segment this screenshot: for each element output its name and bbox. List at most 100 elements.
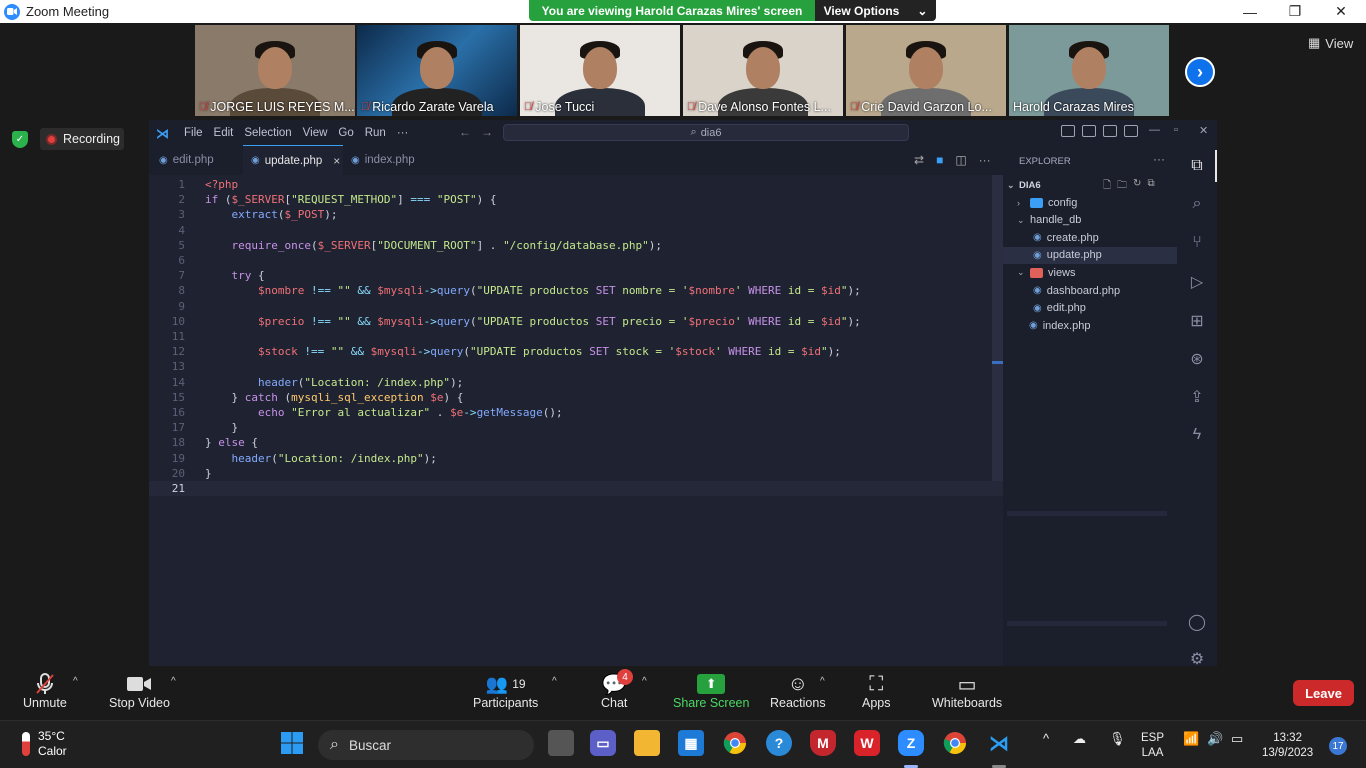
refresh-icon[interactable]: ↻ bbox=[1133, 178, 1141, 195]
video-options-caret-icon[interactable]: ^ bbox=[171, 676, 176, 687]
code-line[interactable]: 21 bbox=[149, 481, 1003, 496]
chrome-icon[interactable] bbox=[722, 730, 748, 756]
taskbar-search-box[interactable]: ⌕ Buscar bbox=[318, 730, 534, 760]
menu-run[interactable]: Run bbox=[365, 127, 386, 139]
vscode-taskbar-icon[interactable]: ⋊ bbox=[986, 730, 1012, 756]
audio-options-caret-icon[interactable]: ^ bbox=[73, 676, 78, 687]
forward-arrow-icon[interactable]: → bbox=[481, 125, 493, 139]
show-hidden-icons-chevron-icon[interactable]: ^ bbox=[1043, 731, 1049, 746]
vscode-restore-icon[interactable]: ▫ bbox=[1174, 124, 1178, 136]
code-line[interactable]: 12 $stock !== "" && $mysqli->query("UPDA… bbox=[149, 344, 1003, 359]
code-line[interactable]: 1 <?php bbox=[149, 177, 1003, 192]
reactions-options-caret-icon[interactable]: ^ bbox=[820, 676, 825, 687]
video-tile-active-speaker[interactable]: Harold Carazas Mires bbox=[1009, 25, 1169, 116]
input-language-indicator[interactable]: ESP LAA bbox=[1141, 731, 1164, 761]
code-line[interactable]: 13 bbox=[149, 359, 1003, 374]
clock[interactable]: 13:32 13/9/2023 bbox=[1262, 731, 1313, 761]
code-line[interactable]: 2 if ($_SERVER["REQUEST_METHOD"] === "POS… bbox=[149, 192, 1003, 207]
weather-widget[interactable]: 35°C Calor bbox=[22, 729, 67, 759]
battery-icon[interactable]: ▭ bbox=[1231, 731, 1243, 747]
microsoft-store-icon[interactable]: ▦ bbox=[678, 730, 704, 756]
code-line[interactable]: 8 $nombre !== "" && $mysqli->query("UPDA… bbox=[149, 283, 1003, 298]
leave-button[interactable]: Leave bbox=[1293, 680, 1354, 706]
explorer-scrollbar[interactable] bbox=[1007, 621, 1167, 626]
close-tab-icon[interactable]: × bbox=[333, 154, 340, 168]
code-line[interactable]: 6 bbox=[149, 253, 1003, 268]
participants-options-caret-icon[interactable]: ^ bbox=[552, 676, 557, 687]
explorer-item-index-php[interactable]: ◉ index.php bbox=[1003, 317, 1177, 334]
next-page-button[interactable]: › bbox=[1185, 57, 1215, 87]
explorer-item-edit-php[interactable]: ◉ edit.php bbox=[1003, 300, 1177, 317]
explorer-item-config[interactable]: › config bbox=[1003, 194, 1177, 211]
video-tile[interactable]: 🎙̸ Crie David Garzon Lo... bbox=[846, 25, 1006, 116]
code-line[interactable]: 4 bbox=[149, 223, 1003, 238]
view-options-button[interactable]: View Options ⌄ bbox=[815, 0, 936, 21]
video-tile[interactable]: 🎙̸ JORGE LUIS REYES M... bbox=[195, 25, 355, 116]
code-line[interactable]: 19 header("Location: /index.php"); bbox=[149, 451, 1003, 466]
explorer-item-views[interactable]: ⌄ views bbox=[1003, 264, 1177, 281]
onedrive-cloud-icon[interactable]: ☁ bbox=[1073, 731, 1086, 747]
recording-indicator[interactable]: Recording bbox=[40, 128, 124, 150]
video-tile[interactable]: 🎙̸ Ricardo Zarate Varela bbox=[357, 25, 517, 116]
extensions-icon[interactable]: ⊞ bbox=[1186, 310, 1208, 332]
toggle-panel-icon[interactable] bbox=[1082, 125, 1096, 137]
volume-icon[interactable]: 🔊 bbox=[1207, 731, 1223, 747]
wifi-icon[interactable]: 📶 bbox=[1183, 731, 1199, 747]
unmute-button[interactable]: Unmute bbox=[23, 672, 67, 710]
code-line[interactable]: 5 require_once($_SERVER["DOCUMENT_ROOT"]… bbox=[149, 238, 1003, 253]
menu-more[interactable]: ··· bbox=[397, 127, 409, 139]
account-icon[interactable]: ◯ bbox=[1186, 611, 1208, 633]
vscode-minimize-icon[interactable]: — bbox=[1149, 124, 1160, 136]
menu-go[interactable]: Go bbox=[338, 127, 353, 139]
collapse-all-icon[interactable]: ⧉ bbox=[1147, 178, 1154, 195]
preview-icon[interactable]: ■ bbox=[936, 153, 943, 167]
apps-button[interactable]: ⛶ Apps bbox=[862, 672, 891, 711]
help-icon[interactable]: ? bbox=[766, 730, 792, 756]
code-line[interactable]: 15 } catch (mysqli_sql_exception $e) { bbox=[149, 390, 1003, 405]
settings-gear-icon[interactable]: ⚙ bbox=[1186, 648, 1208, 666]
explorer-item-dashboard-php[interactable]: ◉ dashboard.php bbox=[1003, 282, 1177, 299]
toggle-secondary-sidebar-icon[interactable] bbox=[1103, 125, 1117, 137]
close-window-button[interactable]: ✕ bbox=[1318, 0, 1364, 23]
menu-view[interactable]: View bbox=[303, 127, 328, 139]
explorer-item-update-php[interactable]: ◉ update.php bbox=[1003, 246, 1177, 264]
task-view-icon[interactable] bbox=[548, 730, 574, 756]
wps-office-icon[interactable]: W bbox=[854, 730, 880, 756]
git-graph-icon[interactable]: ⊛ bbox=[1186, 348, 1208, 370]
chat-options-caret-icon[interactable]: ^ bbox=[642, 676, 647, 687]
view-button[interactable]: ▦ View bbox=[1308, 35, 1353, 51]
mcafee-icon[interactable]: M bbox=[810, 730, 836, 756]
new-folder-icon[interactable]: 🗀 bbox=[1117, 178, 1127, 195]
tab-update-php[interactable]: ◉ update.php × bbox=[243, 145, 343, 175]
vscode-close-icon[interactable]: ✕ bbox=[1199, 124, 1208, 137]
code-editor[interactable]: 1 <?php 2 if ($_SERVER["REQUEST_METHOD"] ==… bbox=[149, 175, 1003, 666]
code-line[interactable]: 20} bbox=[149, 466, 1003, 481]
code-line[interactable]: 10 $precio !== "" && $mysqli->query("UPD… bbox=[149, 314, 1003, 329]
code-line[interactable]: 9 bbox=[149, 299, 1003, 314]
toggle-sidebar-icon[interactable] bbox=[1061, 125, 1075, 137]
thunder-icon[interactable]: ϟ bbox=[1186, 424, 1208, 446]
stop-video-button[interactable]: Stop Video bbox=[109, 672, 170, 710]
menu-file[interactable]: File bbox=[184, 127, 203, 139]
code-line[interactable]: 16 echo "Error al actualizar" . $e->getM… bbox=[149, 405, 1003, 420]
explorer-scrollbar[interactable] bbox=[1007, 511, 1167, 516]
chrome-profile-icon[interactable] bbox=[942, 730, 968, 756]
windows-start-icon[interactable] bbox=[279, 730, 305, 756]
microphone-icon[interactable]: 🎙 bbox=[1109, 731, 1126, 747]
tab-index-php[interactable]: ◉ index.php bbox=[343, 145, 427, 175]
command-center-search[interactable]: ⌕ dia6 bbox=[503, 124, 909, 141]
tab-edit-php[interactable]: ◉ edit.php bbox=[149, 145, 243, 175]
new-file-icon[interactable]: 🗋 bbox=[1103, 178, 1111, 195]
code-line[interactable]: 7 try { bbox=[149, 268, 1003, 283]
code-line[interactable]: 18} else { bbox=[149, 435, 1003, 450]
more-actions-icon[interactable]: ··· bbox=[979, 153, 991, 167]
zoom-taskbar-icon[interactable]: Z bbox=[898, 730, 924, 756]
teams-chat-icon[interactable]: ▭ bbox=[590, 730, 616, 756]
security-shield-icon[interactable]: ✓ bbox=[12, 131, 28, 148]
code-line[interactable]: 17 } bbox=[149, 420, 1003, 435]
file-explorer-icon[interactable] bbox=[634, 730, 660, 756]
search-icon[interactable]: ⌕ bbox=[1186, 193, 1208, 215]
video-tile[interactable]: 🎙̸ Jose Tucci bbox=[520, 25, 680, 116]
share-screen-button[interactable]: ⬆ Share Screen bbox=[673, 672, 749, 710]
code-line[interactable]: 11 bbox=[149, 329, 1003, 344]
